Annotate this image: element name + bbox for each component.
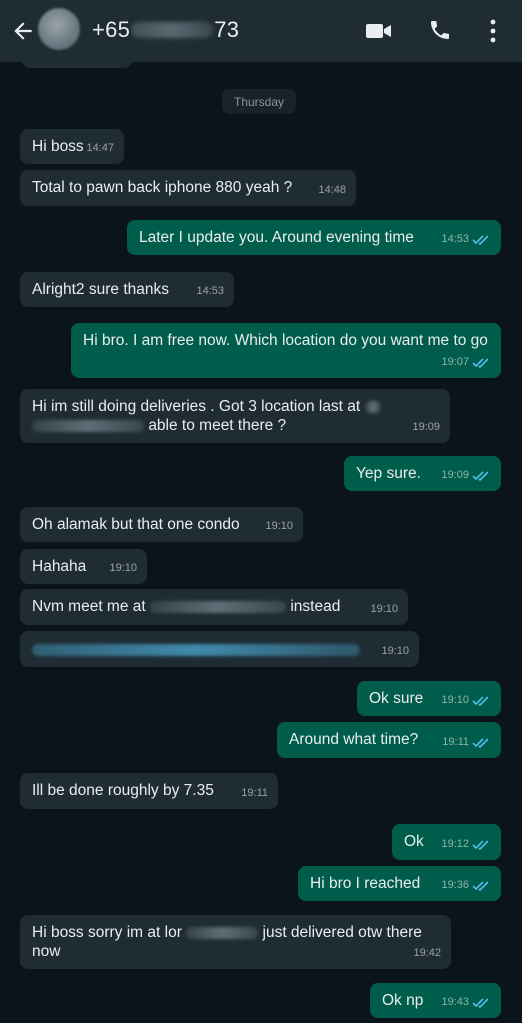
contact-name[interactable]: +65 73 xyxy=(92,17,239,43)
previous-message-bubble xyxy=(22,54,132,68)
message-time: 19:09 xyxy=(412,421,440,433)
message-meta: 19:09 xyxy=(441,466,491,485)
message-time: 19:10 xyxy=(265,520,293,532)
message-text xyxy=(32,640,360,657)
message-meta: 19:07 xyxy=(441,353,491,372)
message-text-part: instead xyxy=(290,598,341,615)
contact-prefix: +65 xyxy=(92,17,131,42)
message-meta: 14:53 xyxy=(441,230,491,249)
message-meta: 19:11 xyxy=(442,733,491,752)
message-outgoing[interactable]: Around what time? 19:11 xyxy=(277,722,501,758)
message-outgoing[interactable]: Hi bro I reached 19:36 xyxy=(298,866,501,901)
message-text: Nvm meet me at instead xyxy=(32,598,340,615)
chat-header: +65 73 xyxy=(0,0,522,62)
message-time: 19:10 xyxy=(370,603,398,615)
redacted-text xyxy=(186,926,259,939)
message-meta: 19:43 xyxy=(441,993,491,1012)
date-chip: Thursday xyxy=(222,89,296,114)
message-incoming[interactable]: Hi boss 14:47 xyxy=(20,129,124,164)
message-text: Hi im still doing deliveries . Got 3 loc… xyxy=(32,398,381,434)
message-text: Hi bro I reached xyxy=(310,875,421,892)
message-incoming[interactable]: Alright2 sure thanks 14:53 xyxy=(20,272,234,307)
redacted-text xyxy=(364,400,381,413)
read-ticks-icon xyxy=(472,358,489,368)
message-text-part: Nvm meet me at xyxy=(32,598,146,615)
message-incoming[interactable]: Ill be done roughly by 7.35 19:11 xyxy=(20,773,278,809)
message-text: Ok xyxy=(404,833,424,850)
phone-icon[interactable] xyxy=(428,18,452,42)
message-text: Alright2 sure thanks xyxy=(32,281,169,298)
message-text: Ok np xyxy=(382,992,424,1009)
message-incoming[interactable]: Hi boss sorry im at lor just delivered o… xyxy=(20,915,451,969)
message-incoming[interactable]: Nvm meet me at instead 19:10 xyxy=(20,589,408,625)
message-outgoing[interactable]: Hi bro. I am free now. Which location do… xyxy=(71,323,501,378)
message-time: 14:53 xyxy=(441,233,469,245)
message-meta: 19:12 xyxy=(441,835,491,854)
message-incoming[interactable]: Total to pawn back iphone 880 yeah ? 14:… xyxy=(20,170,356,206)
message-outgoing[interactable]: Ok 19:12 xyxy=(392,824,501,860)
message-time: 19:11 xyxy=(442,736,469,748)
message-text: Around what time? xyxy=(289,731,419,748)
read-ticks-icon xyxy=(472,235,489,245)
message-text-part: Hi boss sorry im at lor xyxy=(32,924,182,941)
read-ticks-icon xyxy=(472,696,489,706)
message-time: 19:11 xyxy=(241,787,268,799)
message-outgoing[interactable]: Yep sure. 19:09 xyxy=(344,456,501,491)
arrow-left-icon[interactable] xyxy=(10,18,36,44)
message-text: Yep sure. xyxy=(356,465,421,482)
message-incoming[interactable]: Oh alamak but that one condo 19:10 xyxy=(20,507,303,542)
message-time: 19:43 xyxy=(441,996,469,1008)
message-text: Total to pawn back iphone 880 yeah ? xyxy=(32,179,293,196)
avatar[interactable] xyxy=(38,8,80,50)
message-time: 19:10 xyxy=(109,562,137,574)
message-outgoing[interactable]: Later I update you. Around evening time … xyxy=(127,220,501,255)
message-incoming[interactable]: Hi im still doing deliveries . Got 3 loc… xyxy=(20,389,450,443)
message-outgoing[interactable]: Ok sure 19:10 xyxy=(357,681,501,716)
message-text: Ok sure xyxy=(369,690,424,707)
message-text: Hi boss xyxy=(32,138,84,155)
message-text: Hi boss sorry im at lor just delivered o… xyxy=(32,924,422,960)
message-time: 19:10 xyxy=(381,645,409,657)
redacted-text xyxy=(150,600,287,613)
message-incoming[interactable]: Hahaha 19:10 xyxy=(20,549,147,584)
message-time: 19:10 xyxy=(441,694,469,706)
message-meta: 19:36 xyxy=(441,876,491,895)
message-text-part: able to meet there ? xyxy=(148,417,287,434)
redacted-number xyxy=(131,22,214,38)
message-meta: 19:10 xyxy=(441,691,491,710)
read-ticks-icon xyxy=(472,881,489,891)
message-time: 14:48 xyxy=(318,184,346,196)
message-text: Later I update you. Around evening time xyxy=(139,229,414,246)
redacted-link[interactable] xyxy=(32,644,360,657)
message-time: 14:47 xyxy=(86,142,114,154)
redacted-text xyxy=(32,419,144,432)
message-time: 19:12 xyxy=(441,838,469,850)
read-ticks-icon xyxy=(472,998,489,1008)
message-incoming-link[interactable]: 19:10 xyxy=(20,631,419,667)
read-ticks-icon xyxy=(472,471,489,481)
message-text: Oh alamak but that one condo xyxy=(32,516,240,533)
message-text: Hahaha xyxy=(32,558,87,575)
message-time: 19:07 xyxy=(441,356,469,368)
message-time: 19:36 xyxy=(441,879,469,891)
message-outgoing[interactable]: Ok np 19:43 xyxy=(370,983,501,1018)
contact-suffix: 73 xyxy=(214,17,240,42)
message-text: Ill be done roughly by 7.35 xyxy=(32,782,214,799)
chat-area[interactable]: Thursday Hi boss 14:47 Total to pawn bac… xyxy=(0,54,522,1023)
more-vertical-icon[interactable] xyxy=(485,18,501,44)
message-text-part: Hi im still doing deliveries . Got 3 loc… xyxy=(32,398,361,415)
read-ticks-icon xyxy=(472,840,489,850)
message-time: 19:42 xyxy=(413,947,441,959)
message-text: Hi bro. I am free now. Which location do… xyxy=(83,332,488,349)
read-ticks-icon xyxy=(472,738,489,748)
video-camera-icon[interactable] xyxy=(365,20,393,42)
message-time: 19:09 xyxy=(441,469,469,481)
message-time: 14:53 xyxy=(196,285,224,297)
